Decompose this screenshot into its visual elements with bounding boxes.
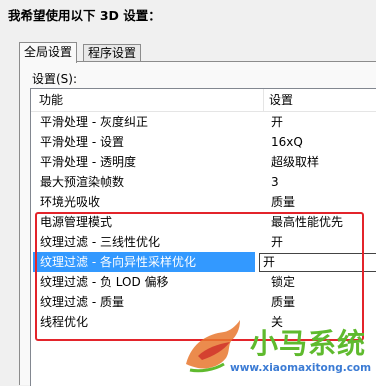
table-row[interactable]: 平滑处理 - 透明度 超级取样 [31,152,376,172]
watermark: 小马系统 www.xiaomaxitong.com [178,310,376,384]
setting-value[interactable]: 16xQ [271,132,303,152]
setting-value[interactable]: 开 [263,252,275,272]
list-header: 功能 设置 [31,89,376,112]
table-row[interactable]: 平滑处理 - 设置 16xQ [31,132,376,152]
feature-name: 环境光吸收 [40,195,101,209]
feature-name: 纹理过滤 - 各向异性采样优化 [40,255,196,269]
setting-value[interactable]: 质量 [271,292,295,312]
table-row[interactable]: 最大预渲染帧数 3 [31,172,376,192]
setting-value[interactable]: 锁定 [271,272,295,292]
feature-name: 纹理过滤 - 质量 [40,295,124,309]
feature-name: 纹理过滤 - 三线性优化 [40,235,160,249]
setting-value[interactable]: 开 [271,112,283,132]
table-row[interactable]: 纹理过滤 - 负 LOD 偏移 锁定 [31,272,376,292]
tab-global-settings[interactable]: 全局设置 [19,42,78,63]
setting-value[interactable]: 质量 [271,192,295,212]
watermark-brand: 小马系统 [250,327,367,360]
tab-program-settings[interactable]: 程序设置 [83,44,142,62]
setting-value[interactable]: 开 [271,232,283,252]
feature-name: 平滑处理 - 设置 [40,135,124,149]
table-row-selected[interactable]: 纹理过滤 - 各向异性采样优化 开 [31,252,376,272]
table-row[interactable]: 纹理过滤 - 质量 质量 [31,292,376,312]
setting-dropdown[interactable] [259,253,376,272]
table-row[interactable]: 平滑处理 - 灰度纠正 开 [31,112,376,132]
feature-name: 平滑处理 - 灰度纠正 [40,115,148,129]
table-row[interactable]: 环境光吸收 质量 [31,192,376,212]
column-header-feature[interactable]: 功能 [39,89,63,111]
watermark-url: www.xiaomaxitong.com [230,362,372,374]
feature-name: 纹理过滤 - 负 LOD 偏移 [40,275,169,289]
setting-value[interactable]: 3 [271,172,279,192]
feature-name: 最大预渲染帧数 [40,175,125,189]
dialog-heading: 我希望使用以下 3D 设置： [8,8,161,23]
settings-label: 设置(S): [32,72,78,86]
setting-value[interactable]: 超级取样 [271,152,319,172]
feature-name: 电源管理模式 [40,215,113,229]
table-row[interactable]: 电源管理模式 最高性能优先 [31,212,376,232]
table-row[interactable]: 纹理过滤 - 三线性优化 开 [31,232,376,252]
feature-name: 线程优化 [40,315,89,329]
setting-value[interactable]: 最高性能优先 [271,212,343,232]
feature-name: 平滑处理 - 透明度 [40,155,136,169]
column-header-setting[interactable]: 设置 [263,89,376,111]
